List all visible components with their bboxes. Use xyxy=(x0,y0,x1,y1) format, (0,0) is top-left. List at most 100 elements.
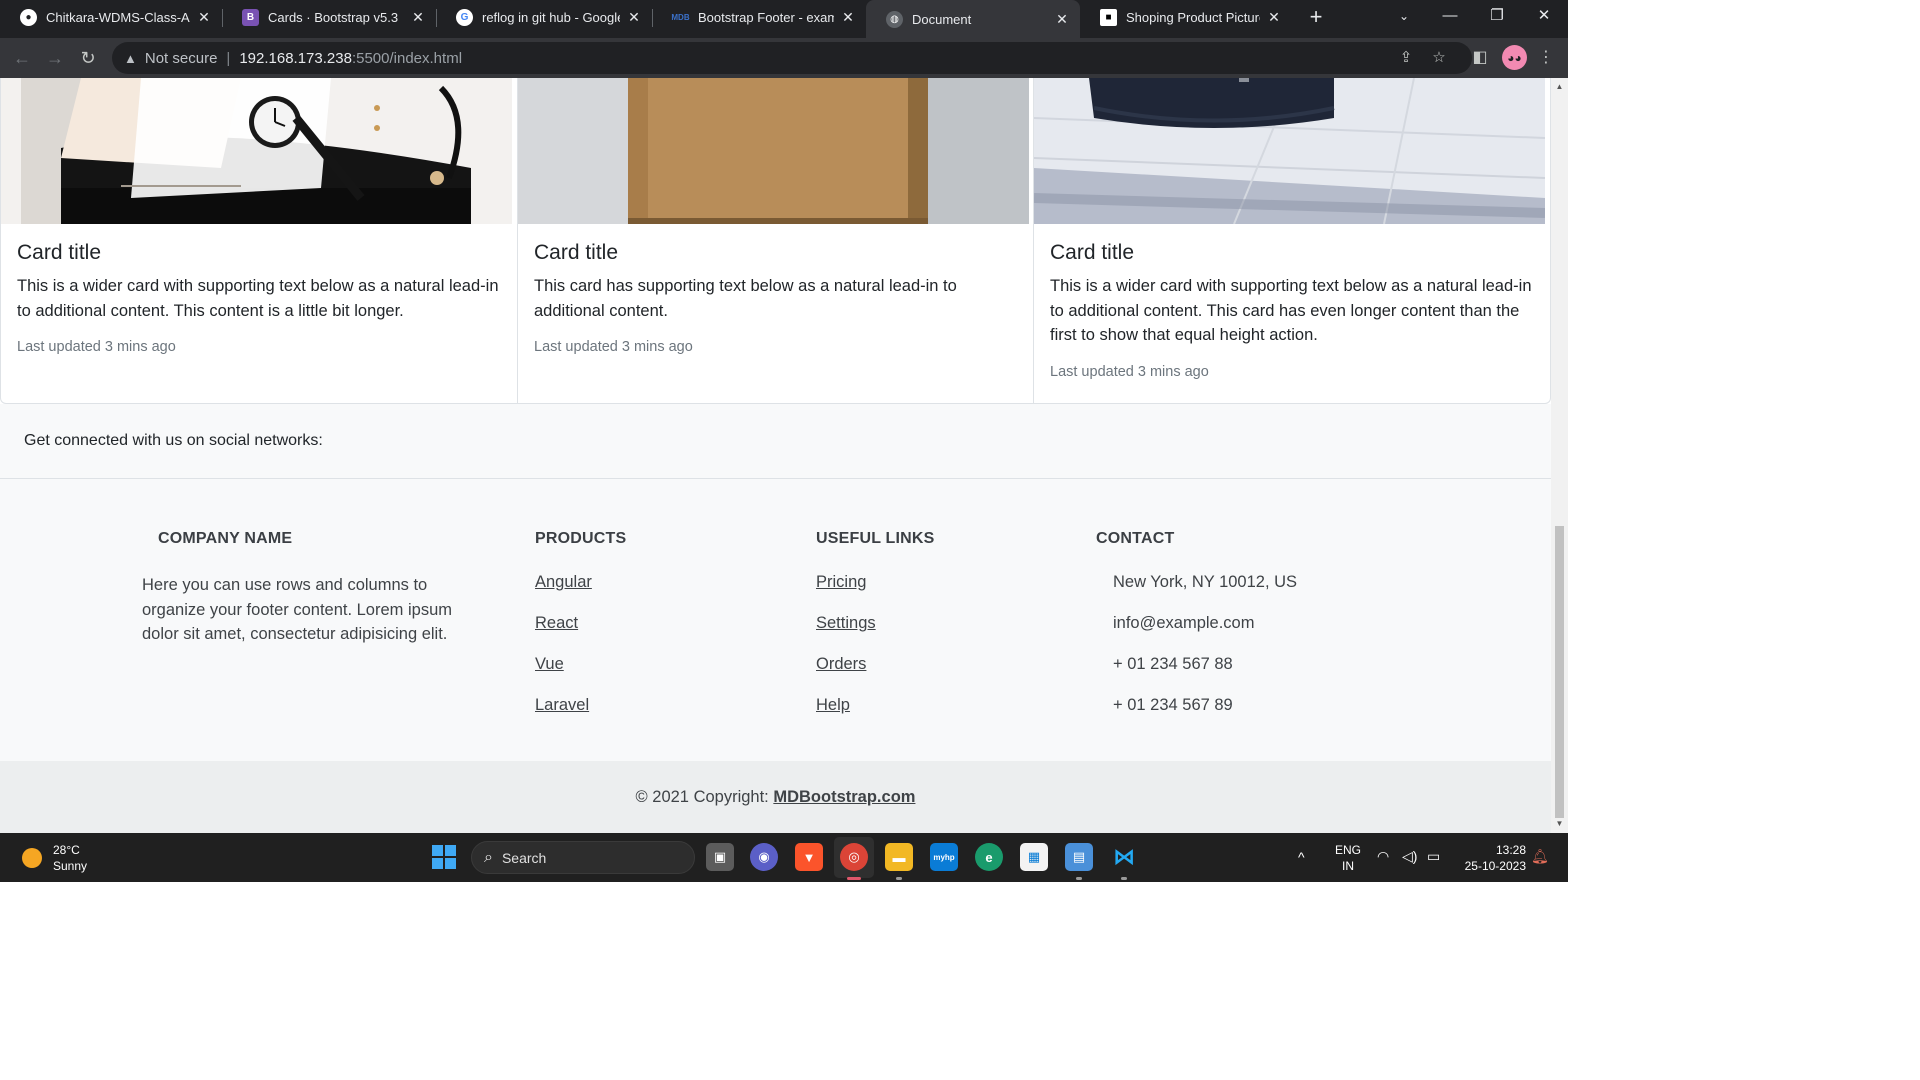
close-icon[interactable]: ✕ xyxy=(840,9,856,26)
tab-title: Document xyxy=(912,11,972,27)
tab-search-chevron-icon[interactable]: ⌄ xyxy=(1381,0,1427,34)
copyright-link[interactable]: MDBootstrap.com xyxy=(773,788,915,806)
windows-start-icon[interactable] xyxy=(430,843,458,871)
google-icon: G xyxy=(456,9,473,26)
contact-fax: + 01 234 567 89 xyxy=(1113,696,1233,714)
restore-icon[interactable]: ❐ xyxy=(1474,0,1520,34)
teams-chat-icon[interactable]: ◉ xyxy=(750,843,778,871)
card-title: Card title xyxy=(1050,241,1135,264)
back-arrow-icon[interactable]: ← xyxy=(10,46,34,70)
mdb-icon: MDB xyxy=(671,13,690,22)
wifi-icon[interactable]: ◠ xyxy=(1377,848,1389,864)
weather-widget[interactable]: 28°C Sunny xyxy=(22,842,87,874)
close-icon[interactable]: ✕ xyxy=(626,9,642,26)
clock-date: 25-10-2023 xyxy=(1464,859,1526,873)
profile-avatar[interactable]: ◕◕ xyxy=(1502,45,1527,70)
side-panel-icon[interactable]: ◧ xyxy=(1468,46,1492,70)
close-icon[interactable]: ✕ xyxy=(1054,11,1070,28)
weather-temp: 28°C xyxy=(53,843,80,857)
tray-chevron-icon[interactable]: ^ xyxy=(1298,849,1305,865)
windows-taskbar: 28°C Sunny ⌕ Search ▣ ◉ ▼ ◎ ▬ myhp e ▦ ▤… xyxy=(0,833,1568,882)
scroll-up-arrow-icon[interactable]: ▲ xyxy=(1551,80,1568,94)
footer-products-heading: PRODUCTS xyxy=(535,530,627,547)
card-updated-text: Last updated 3 mins ago xyxy=(17,339,176,355)
close-icon[interactable]: ✕ xyxy=(196,9,212,26)
footer-link-orders[interactable]: Orders xyxy=(816,655,1016,696)
tab-document[interactable]: ◍ Document ✕ xyxy=(866,0,1080,38)
card-body: Card title This card has supporting text… xyxy=(534,238,1019,355)
scrollbar-thumb[interactable] xyxy=(1555,526,1564,818)
tab-title: reflog in git hub - Google S xyxy=(482,10,620,25)
weather-desc: Sunny xyxy=(53,859,88,873)
taskbar-search[interactable]: ⌕ Search xyxy=(471,841,695,874)
card-image-paper-bag xyxy=(518,78,1033,224)
minimize-icon[interactable]: — xyxy=(1427,0,1473,34)
tab-google-search[interactable]: G reflog in git hub - Google S ✕ xyxy=(436,0,652,35)
tab-chitkara[interactable]: ● Chitkara-WDMS-Class-Assi ✕ xyxy=(0,0,222,35)
lang-top: ENG xyxy=(1334,843,1361,857)
vscode-icon[interactable]: ⋈ xyxy=(1110,843,1138,871)
battery-icon[interactable]: ▭ xyxy=(1427,848,1440,864)
language-indicator[interactable]: ENG IN xyxy=(1330,842,1366,874)
myhp-icon[interactable]: myhp xyxy=(930,843,958,871)
browser-toolbar: ← → ↻ ▲ Not secure | 192.168.173.238:550… xyxy=(0,38,1568,78)
footer-link-pricing[interactable]: Pricing xyxy=(816,573,1016,614)
control-panel-icon[interactable]: ▤ xyxy=(1065,843,1093,871)
page-scrollbar[interactable]: ▲ ▼ xyxy=(1551,78,1568,833)
footer-link-laravel[interactable]: Laravel xyxy=(535,696,735,737)
footer-link-vue[interactable]: Vue xyxy=(535,655,735,696)
task-view-icon[interactable]: ▣ xyxy=(706,843,734,871)
footer-link-help[interactable]: Help xyxy=(816,696,1016,737)
new-tab-icon[interactable]: + xyxy=(1304,4,1328,30)
tab-title: Shoping Product Pictures | xyxy=(1126,10,1260,25)
unsplash-icon: ■ xyxy=(1100,9,1117,26)
forward-arrow-icon[interactable]: → xyxy=(43,46,67,70)
divider: | xyxy=(226,49,231,67)
contact-address: New York, NY 10012, US xyxy=(1113,573,1298,591)
search-placeholder: Search xyxy=(501,849,547,866)
browser-tab-strip: ● Chitkara-WDMS-Class-Assi ✕ B Cards · B… xyxy=(0,0,1568,38)
tab-bootstrap-footer[interactable]: MDB Bootstrap Footer - example ✕ xyxy=(652,0,866,35)
chrome-icon[interactable]: ◎ xyxy=(840,843,868,871)
footer-link-react[interactable]: React xyxy=(535,614,735,655)
share-icon[interactable]: ⇪ xyxy=(1396,48,1416,68)
card-body: Card title This is a wider card with sup… xyxy=(1050,238,1536,380)
brave-browser-icon[interactable]: ▼ xyxy=(795,843,823,871)
tab-shopping-pictures[interactable]: ■ Shoping Product Pictures | ✕ xyxy=(1080,0,1292,35)
security-label[interactable]: Not secure xyxy=(145,50,218,67)
bookmark-star-icon[interactable]: ☆ xyxy=(1429,48,1449,68)
close-window-icon[interactable]: ✕ xyxy=(1521,0,1567,34)
card-text: This card has supporting text below as a… xyxy=(534,277,957,320)
reload-icon[interactable]: ↻ xyxy=(76,46,100,70)
notification-bell-icon[interactable]: 🔔︎ xyxy=(1531,848,1549,864)
footer-contact-heading: CONTACT xyxy=(1096,530,1175,547)
close-icon[interactable]: ✕ xyxy=(1266,9,1282,26)
lang-bottom: IN xyxy=(1342,859,1354,873)
card: Card title This is a wider card with sup… xyxy=(1034,78,1550,403)
footer-company-text: Here you can use rows and columns to org… xyxy=(142,576,452,643)
close-icon[interactable]: ✕ xyxy=(410,9,426,26)
warning-icon[interactable]: ▲ xyxy=(124,51,137,66)
clock[interactable]: 13:28 25-10-2023 xyxy=(1456,842,1526,874)
card-group: Card title This is a wider card with sup… xyxy=(0,78,1551,404)
page-viewport: Card title This is a wider card with sup… xyxy=(0,78,1551,833)
card: Card title This is a wider card with sup… xyxy=(1,78,518,403)
bootstrap-icon: B xyxy=(242,9,259,26)
sun-icon xyxy=(22,848,42,868)
card-title: Card title xyxy=(534,241,619,264)
address-bar[interactable]: ▲ Not secure | 192.168.173.238:5500/inde… xyxy=(112,42,1472,74)
edge-icon[interactable]: e xyxy=(975,843,1003,871)
footer-link-settings[interactable]: Settings xyxy=(816,614,1016,655)
footer-link-angular[interactable]: Angular xyxy=(535,573,735,614)
contact-email: info@example.com xyxy=(1113,614,1255,632)
running-indicator xyxy=(1121,877,1127,880)
menu-kebab-icon[interactable]: ⋮ xyxy=(1534,46,1558,70)
tab-bootstrap-cards[interactable]: B Cards · Bootstrap v5.3 ✕ xyxy=(222,0,436,35)
scroll-down-arrow-icon[interactable]: ▼ xyxy=(1551,817,1568,831)
file-explorer-icon[interactable]: ▬ xyxy=(885,843,913,871)
social-section: Get connected with us on social networks… xyxy=(0,404,1551,479)
copyright-text: © 2021 Copyright: xyxy=(635,788,774,806)
volume-icon[interactable]: ◁) xyxy=(1402,848,1417,864)
microsoft-store-icon[interactable]: ▦ xyxy=(1020,843,1048,871)
footer-useful-heading: USEFUL LINKS xyxy=(816,530,935,547)
